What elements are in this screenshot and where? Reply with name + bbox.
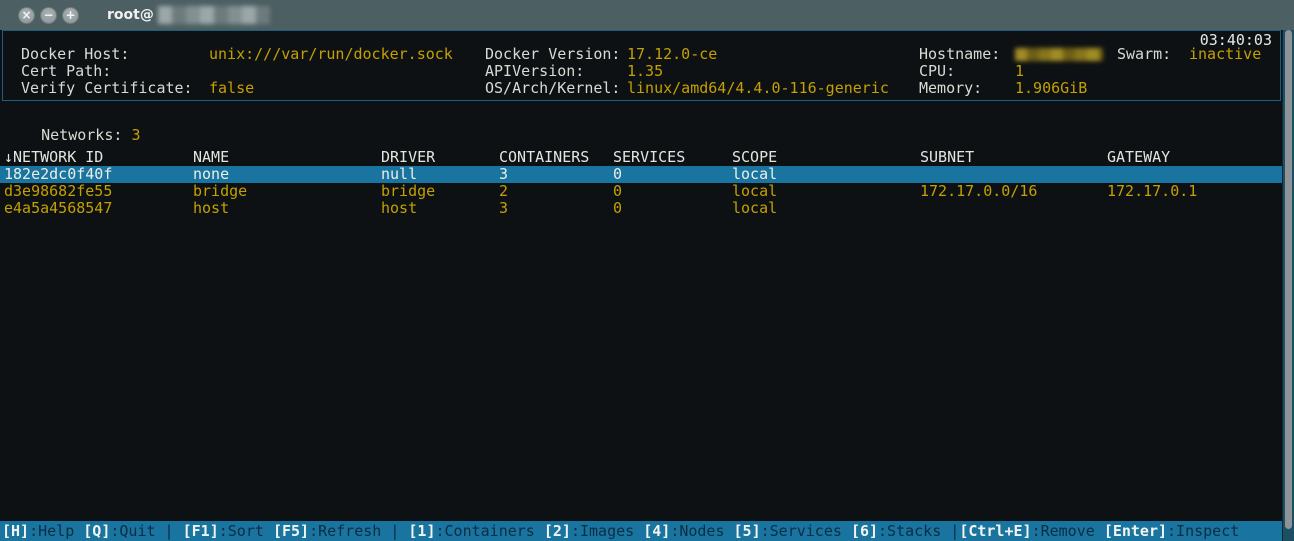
- shortcut-quit: [Q]:Quit |: [83, 522, 182, 540]
- shortcut-services: [5]:Services: [734, 522, 851, 540]
- redacted-hostname-blur: [158, 6, 270, 24]
- networks-label: Networks:: [41, 126, 131, 144]
- cell-driver: host: [381, 200, 499, 217]
- networks-count: 3: [131, 126, 140, 144]
- cell-services: 0: [613, 183, 732, 200]
- memory-value: 1.906GiB: [1015, 80, 1087, 97]
- scrollbar-thumb[interactable]: [1285, 30, 1292, 529]
- cell-network-id: 182e2dc0f40f: [4, 166, 193, 183]
- table-header-row: ↓NETWORK ID NAME DRIVER CONTAINERS SERVI…: [0, 149, 1283, 166]
- window-title: root@: [107, 6, 270, 24]
- cell-scope: local: [732, 183, 920, 200]
- cell-driver: null: [381, 166, 499, 183]
- cell-name: none: [193, 166, 381, 183]
- shortcut-stacks: [6]:Stacks |: [851, 522, 959, 540]
- docker-host-info-panel: 03:40:03 Docker Host: unix:///var/run/do…: [2, 30, 1281, 101]
- memory-label: Memory:: [919, 80, 982, 97]
- cell-name: host: [193, 200, 381, 217]
- close-button[interactable]: ×: [18, 7, 35, 24]
- cell-scope: local: [732, 200, 920, 217]
- hostname-label: Hostname:: [919, 46, 1000, 63]
- cert-path-label: Cert Path:: [21, 63, 111, 80]
- column-subnet[interactable]: SUBNET: [920, 149, 1107, 166]
- cell-network-id: e4a5a4568547: [4, 200, 193, 217]
- cell-containers: 2: [499, 183, 613, 200]
- cpu-label: CPU:: [919, 63, 955, 80]
- cell-containers: 3: [499, 200, 613, 217]
- os-arch-kernel-value: linux/amd64/4.4.0-116-generic: [627, 80, 889, 97]
- verify-certificate-label: Verify Certificate:: [21, 80, 193, 97]
- hostname-value-redacted: [1015, 46, 1103, 63]
- sort-descending-icon: ↓: [4, 148, 13, 166]
- terminal-screen: 03:40:03 Docker Host: unix:///var/run/do…: [0, 30, 1294, 541]
- column-services[interactable]: SERVICES: [613, 149, 732, 166]
- cell-services: 0: [613, 166, 732, 183]
- shortcut-inspect: [Enter]:Inspect: [1104, 522, 1239, 540]
- cell-driver: bridge: [381, 183, 499, 200]
- docker-host-label: Docker Host:: [21, 46, 129, 63]
- networks-table: ↓NETWORK ID NAME DRIVER CONTAINERS SERVI…: [0, 149, 1283, 217]
- verify-certificate-value: false: [209, 80, 254, 97]
- minimize-button[interactable]: −: [40, 7, 57, 24]
- maximize-icon: +: [65, 8, 75, 22]
- shortcut-containers: [1]:Containers: [408, 522, 543, 540]
- docker-version-label: Docker Version:: [485, 46, 620, 63]
- column-name[interactable]: NAME: [193, 149, 381, 166]
- api-version-label: APIVersion:: [485, 63, 584, 80]
- docker-version-value: 17.12.0-ce: [627, 46, 717, 63]
- table-row[interactable]: e4a5a4568547 host host 3 0 local: [0, 200, 1283, 217]
- cell-subnet: [920, 166, 1107, 183]
- cell-gateway: [1107, 166, 1283, 183]
- shortcut-refresh: [F5]:Refresh |: [273, 522, 408, 540]
- column-gateway[interactable]: GATEWAY: [1107, 149, 1283, 166]
- window-titlebar: × − + root@: [0, 0, 1294, 30]
- shortcut-help: [H]:Help: [2, 522, 83, 540]
- shortcut-remove: [Ctrl+E]:Remove: [959, 522, 1104, 540]
- cell-scope: local: [732, 166, 920, 183]
- cpu-value: 1: [1015, 63, 1024, 80]
- cell-network-id: d3e98682fe55: [4, 183, 193, 200]
- shortcut-images: [2]:Images: [544, 522, 643, 540]
- cell-gateway: 172.17.0.1: [1107, 183, 1283, 200]
- close-icon: ×: [21, 8, 31, 22]
- column-containers[interactable]: CONTAINERS: [499, 149, 613, 166]
- shortcut-nodes: [4]:Nodes: [643, 522, 733, 540]
- scrollbar[interactable]: [1282, 30, 1294, 541]
- column-scope[interactable]: SCOPE: [732, 149, 920, 166]
- docker-host-value: unix:///var/run/docker.sock: [209, 46, 453, 63]
- minimize-icon: −: [43, 8, 53, 22]
- swarm-label: Swarm:: [1117, 46, 1171, 63]
- api-version-value: 1.35: [627, 63, 663, 80]
- shortcut-sort: [F1]:Sort: [183, 522, 273, 540]
- keybinding-statusbar: [H]:Help [Q]:Quit | [F1]:Sort [F5]:Refre…: [0, 521, 1282, 541]
- os-arch-kernel-label: OS/Arch/Kernel:: [485, 80, 620, 97]
- cell-subnet: 172.17.0.0/16: [920, 183, 1107, 200]
- column-driver[interactable]: DRIVER: [381, 149, 499, 166]
- cell-containers: 3: [499, 166, 613, 183]
- table-row-selected[interactable]: 182e2dc0f40f none null 3 0 local: [0, 166, 1283, 183]
- cell-name: bridge: [193, 183, 381, 200]
- cell-gateway: [920, 200, 1107, 217]
- column-network-id[interactable]: ↓NETWORK ID: [4, 149, 193, 166]
- table-row[interactable]: d3e98682fe55 bridge bridge 2 0 local 172…: [0, 183, 1283, 200]
- maximize-button[interactable]: +: [62, 7, 79, 24]
- swarm-value: inactive: [1189, 46, 1261, 63]
- cell-services: 0: [613, 200, 732, 217]
